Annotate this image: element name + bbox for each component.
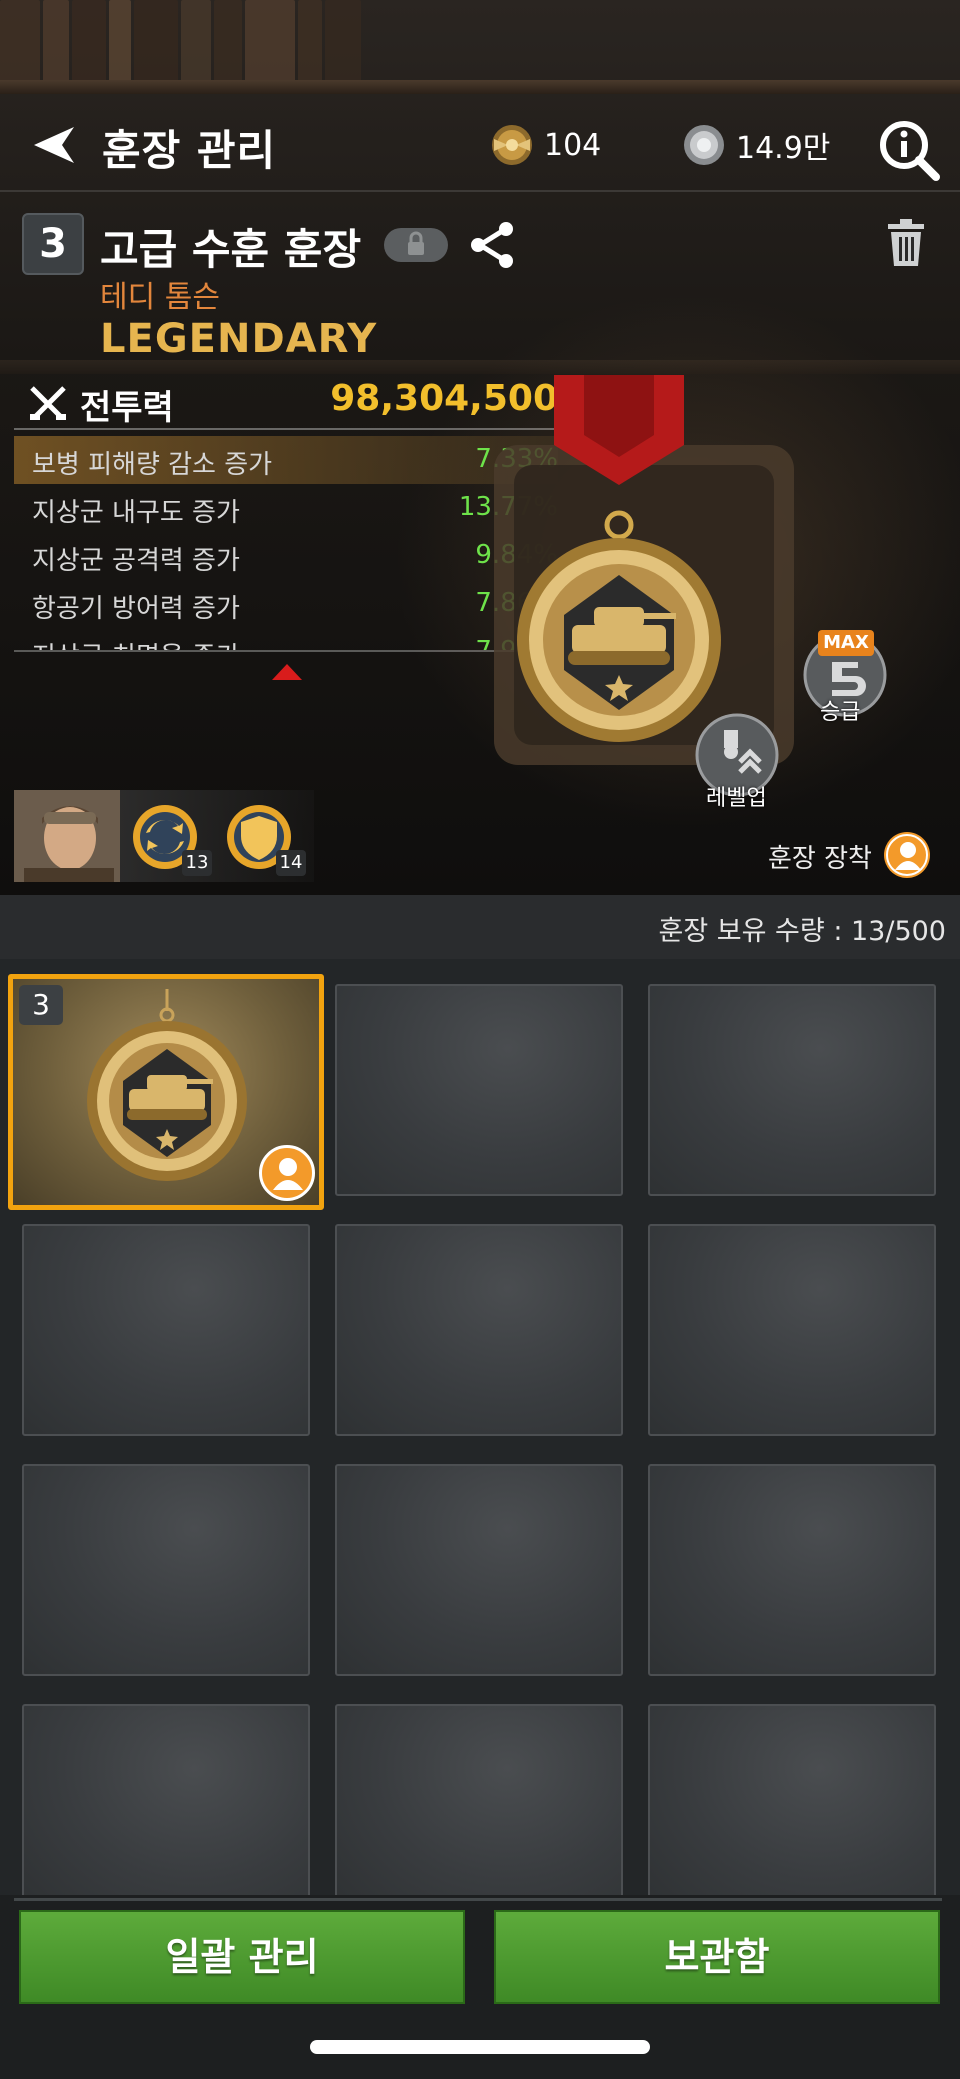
silver-currency-value: 14.9만 xyxy=(736,131,831,166)
divider xyxy=(14,428,558,430)
medal-currency: 104 xyxy=(488,117,601,173)
stat-row: 지상군 공격력 증가 9.84% xyxy=(14,532,558,580)
medal-slot-empty[interactable] xyxy=(22,1704,310,1916)
crossed-swords-icon xyxy=(30,386,66,420)
stat-label: 지상군 내구도 증가 xyxy=(32,498,240,528)
shelf-decoration xyxy=(0,80,960,94)
combat-power-label: 전투력 xyxy=(80,388,174,428)
medal-slot-empty[interactable] xyxy=(648,1464,936,1676)
medal-slot-empty[interactable] xyxy=(335,984,623,1196)
lock-toggle[interactable] xyxy=(384,228,448,262)
stat-row: 항공기 방어력 증가 7.86% xyxy=(14,580,558,628)
stat-row: 지상군 치명율 증가 7.90% xyxy=(14,628,558,650)
bulk-manage-button[interactable]: 일괄 관리 xyxy=(19,1910,465,2004)
combat-power-row: 전투력 98,304,500 xyxy=(28,374,558,430)
promote-label: 승급 xyxy=(820,700,861,725)
medal-name: 고급 수훈 훈장 xyxy=(100,225,362,274)
inventory-count: 훈장 보유 수량 : 13/500 xyxy=(658,916,946,947)
info-magnifier-icon[interactable] xyxy=(878,119,940,181)
medal-detail-panel: 훈장 관리 104 14.9만 3 고급 수훈 훈장 테디 톰슨 LEGENDA… xyxy=(0,0,960,895)
stat-row: 보병 피해량 감소 증가 7.33% xyxy=(14,436,558,484)
home-indicator[interactable] xyxy=(310,2040,650,2054)
top-bar: 훈장 관리 104 14.9만 xyxy=(0,95,960,195)
equipped-commander-icon xyxy=(259,1145,315,1201)
grade-badge: 3 xyxy=(22,213,84,275)
medal-currency-value: 104 xyxy=(544,127,602,163)
medal-slot-selected[interactable]: 3 xyxy=(8,974,324,1210)
lock-icon xyxy=(408,231,424,255)
max-badge: MAX xyxy=(818,630,874,656)
stat-row: 지상군 내구도 증가 13.77% xyxy=(14,484,558,532)
shelf-decoration xyxy=(0,360,960,374)
divider xyxy=(14,1898,942,1901)
medal-slot-empty[interactable] xyxy=(335,1704,623,1916)
stat-label: 항공기 방어력 증가 xyxy=(32,594,240,624)
skill-count: 13 xyxy=(182,850,212,876)
collapse-arrow-icon[interactable] xyxy=(272,664,302,680)
medal-slot-empty[interactable] xyxy=(648,1224,936,1436)
silver-currency: 14.9만 xyxy=(680,117,830,173)
divider xyxy=(14,650,558,652)
commander-silhouette-icon xyxy=(886,834,928,876)
commander-portrait xyxy=(14,790,120,882)
commander-card[interactable]: 13 14 xyxy=(14,790,314,882)
back-arrow-icon[interactable] xyxy=(32,125,76,165)
stat-label: 지상군 치명율 증가 xyxy=(32,636,240,650)
owner-name: 테디 톰슨 xyxy=(100,280,220,315)
rarity-label: LEGENDARY xyxy=(100,316,378,362)
medal-slot-empty[interactable] xyxy=(22,1224,310,1436)
share-icon[interactable] xyxy=(468,218,516,272)
tank-medal-icon xyxy=(87,989,247,1181)
equip-medal-label[interactable]: 훈장 장착 xyxy=(768,838,872,875)
inventory-count-bar: 훈장 보유 수량 : 13/500 xyxy=(0,895,960,959)
silver-medal-icon xyxy=(684,125,724,165)
medal-slot-empty[interactable] xyxy=(648,984,936,1196)
stat-list[interactable]: 보병 피해량 감소 증가 7.33% 지상군 내구도 증가 13.77% 지상군… xyxy=(14,436,558,650)
winged-medal-icon xyxy=(492,125,532,165)
bookshelf-decoration xyxy=(0,0,960,80)
stat-label: 보병 피해량 감소 증가 xyxy=(32,450,273,480)
medal-slot-empty[interactable] xyxy=(335,1464,623,1676)
medal-slot-empty[interactable] xyxy=(335,1224,623,1436)
stat-label: 지상군 공격력 증가 xyxy=(32,546,240,576)
medal-slot-empty[interactable] xyxy=(648,1704,936,1916)
medal-slot-empty[interactable] xyxy=(22,1464,310,1676)
storage-button[interactable]: 보관함 xyxy=(494,1910,940,2004)
equip-commander-icon[interactable] xyxy=(884,832,930,878)
divider xyxy=(0,190,960,192)
trash-icon[interactable] xyxy=(884,218,928,268)
slot-grade-badge: 3 xyxy=(19,985,63,1025)
skill-count: 14 xyxy=(276,850,306,876)
levelup-label: 레벨업 xyxy=(706,786,767,811)
page-title: 훈장 관리 xyxy=(102,126,277,175)
